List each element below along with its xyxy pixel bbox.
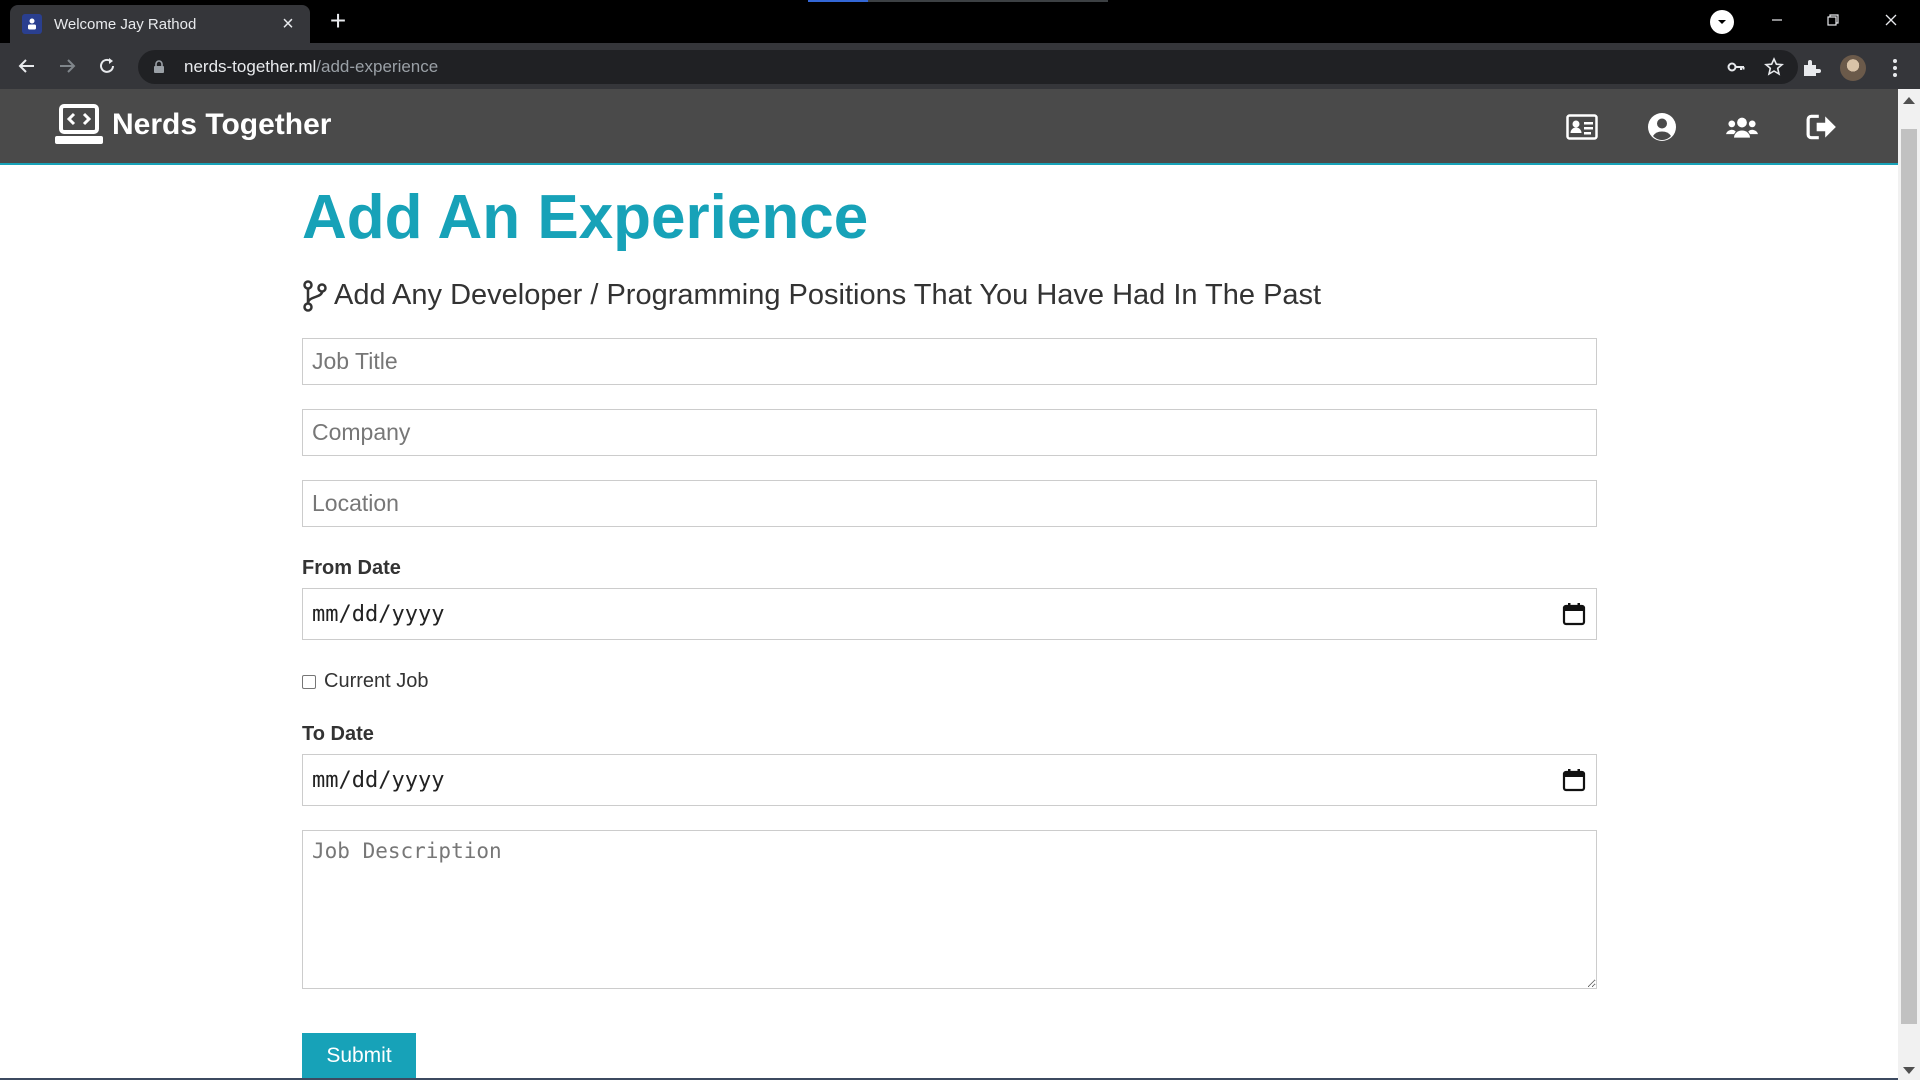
page-title: Add An Experience xyxy=(302,183,869,252)
profile-avatar[interactable] xyxy=(1840,55,1866,81)
calendar-icon[interactable] xyxy=(1561,767,1587,793)
extensions-puzzle-icon[interactable] xyxy=(1800,57,1822,79)
company-input[interactable] xyxy=(302,409,1597,456)
tab-search-icon[interactable] xyxy=(1710,10,1734,34)
current-job-checkbox[interactable] xyxy=(302,674,316,689)
tab-strip-indicator-accent xyxy=(808,0,868,2)
current-job-label: Current Job xyxy=(324,670,429,692)
browser-tab[interactable]: Welcome Jay Rathod × xyxy=(10,5,310,43)
password-key-icon[interactable] xyxy=(1726,57,1746,77)
lead-label: Add Any Developer / Programming Position… xyxy=(334,279,1322,311)
job-title-input[interactable] xyxy=(302,338,1597,385)
to-date-input[interactable]: mm/dd/yyyy xyxy=(302,754,1597,806)
favicon-icon xyxy=(22,14,42,34)
tab-title: Welcome Jay Rathod xyxy=(54,15,197,33)
url-host: nerds-together.ml xyxy=(184,57,317,76)
address-bar[interactable]: nerds-together.ml /add-experience xyxy=(138,50,1798,84)
kebab-menu-icon[interactable] xyxy=(1884,57,1906,79)
brand-link[interactable]: Nerds Together xyxy=(54,103,331,147)
to-date-label: To Date xyxy=(302,723,374,745)
scroll-down-arrow-icon[interactable] xyxy=(1903,1067,1915,1074)
page-scrollbar[interactable] xyxy=(1898,89,1920,1080)
close-tab-icon[interactable]: × xyxy=(278,14,298,34)
add-experience-form-section: Add An Experience Add Any Developer / Pr… xyxy=(302,165,1597,1079)
browser-tab-bar: Welcome Jay Rathod × + xyxy=(0,0,1920,43)
scroll-thumb[interactable] xyxy=(1901,129,1917,1024)
brand-name: Nerds Together xyxy=(112,108,332,141)
location-input[interactable] xyxy=(302,480,1597,527)
minimize-window-icon[interactable] xyxy=(1752,0,1802,40)
close-window-icon[interactable] xyxy=(1866,0,1916,40)
from-date-input[interactable]: mm/dd/yyyy xyxy=(302,588,1597,640)
developers-id-card-icon[interactable] xyxy=(1564,111,1600,143)
submit-button[interactable]: Submit xyxy=(302,1033,416,1079)
code-branch-icon xyxy=(303,279,327,312)
lock-icon xyxy=(154,60,164,73)
restore-window-icon[interactable] xyxy=(1808,0,1858,40)
site-navbar: Nerds Together xyxy=(0,89,1898,165)
sign-out-icon[interactable] xyxy=(1804,111,1840,143)
job-description-textarea[interactable] xyxy=(302,830,1597,989)
browser-toolbar: nerds-together.ml /add-experience xyxy=(0,43,1920,89)
forward-arrow-icon[interactable] xyxy=(52,51,82,81)
lead-text: Add Any Developer / Programming Position… xyxy=(302,279,1597,312)
calendar-icon[interactable] xyxy=(1561,601,1587,627)
url-path: /add-experience xyxy=(316,57,439,76)
reload-icon[interactable] xyxy=(92,51,122,81)
to-date-value: mm/dd/yyyy xyxy=(312,767,445,793)
back-arrow-icon[interactable] xyxy=(12,51,42,81)
laptop-code-icon xyxy=(55,104,103,144)
users-icon[interactable] xyxy=(1724,111,1760,143)
from-date-label: From Date xyxy=(302,557,401,579)
from-date-value: mm/dd/yyyy xyxy=(312,601,445,627)
bookmark-star-icon[interactable] xyxy=(1764,57,1784,77)
current-job-row: Current Job xyxy=(302,670,1597,693)
new-tab-icon[interactable]: + xyxy=(324,7,352,36)
user-circle-icon[interactable] xyxy=(1644,111,1680,143)
scroll-up-arrow-icon[interactable] xyxy=(1903,97,1915,104)
